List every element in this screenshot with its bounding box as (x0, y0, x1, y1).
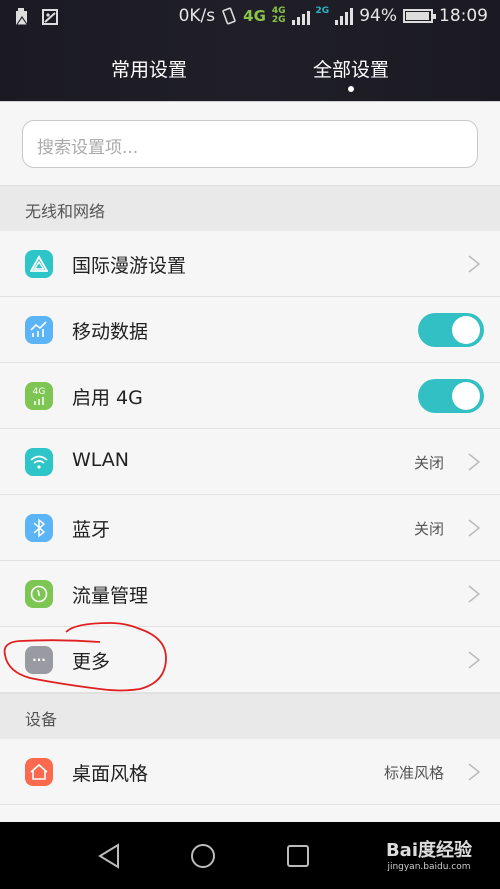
screenshot-icon (42, 9, 58, 25)
item-label: WLAN (72, 449, 130, 471)
item-label: 更多 (72, 651, 111, 673)
wifi-icon (25, 448, 53, 476)
network-dual: 4G 2G (271, 6, 286, 25)
settings-item-enable-4g[interactable]: 4G 启用 4G (0, 363, 500, 429)
toggle-knob (452, 382, 480, 410)
item-label: 启用 4G (72, 387, 143, 409)
more-icon: ··· (25, 646, 53, 674)
search-input[interactable]: 搜索设置项... (22, 120, 478, 168)
signal-icon-2 (335, 7, 354, 25)
item-value: 关闭 (413, 520, 444, 538)
signal-icon-1 (291, 7, 310, 25)
mobile-data-toggle[interactable] (418, 313, 484, 347)
navigation-bar: Bai度经验 jingyan.baidu.com (0, 822, 500, 889)
toggle-knob (452, 316, 480, 344)
bluetooth-icon (25, 514, 53, 542)
chevron-right-icon (468, 585, 480, 603)
chevron-right-icon (468, 255, 480, 273)
roaming-icon (25, 250, 53, 278)
watermark-brand: Bai度经验 (385, 840, 472, 861)
battery-icon (403, 9, 436, 23)
recents-icon[interactable] (284, 842, 312, 870)
section-header-device: 设备 (0, 693, 500, 739)
item-value: 关闭 (413, 454, 444, 472)
home-icon (25, 758, 53, 786)
section-header-wireless: 无线和网络 (0, 185, 500, 231)
4g-icon: 4G (25, 382, 53, 410)
active-tab-indicator (348, 86, 354, 92)
clock: 18:09 (439, 6, 488, 26)
status-bar: 0K/s 4G 4G 2G 2G 94% 18:09 (0, 0, 500, 36)
item-label: 桌面风格 (72, 763, 149, 785)
tab-all-settings[interactable]: 全部设置 (313, 55, 389, 82)
watermark-url: jingyan.baidu.com (387, 862, 471, 872)
header: 0K/s 4G 4G 2G 2G 94% 18:09 常用设置 全部设置 (0, 0, 500, 101)
item-label: 流量管理 (72, 585, 149, 607)
mobile-data-icon (25, 316, 53, 344)
settings-item-data-usage[interactable]: 流量管理 (0, 561, 500, 627)
network-2g: 2G (315, 6, 330, 16)
item-label: 蓝牙 (72, 519, 111, 541)
vibrate-icon (222, 7, 236, 25)
settings-item-desktop-style[interactable]: 桌面风格 标准风格 (0, 739, 500, 805)
settings-item-roaming[interactable]: 国际漫游设置 (0, 231, 500, 297)
settings-item-wlan[interactable]: WLAN 关闭 (0, 429, 500, 495)
tab-common-settings[interactable]: 常用设置 (111, 55, 187, 82)
item-value: 标准风格 (383, 764, 444, 782)
tab-bar: 常用设置 全部设置 (0, 50, 500, 92)
back-icon[interactable] (96, 842, 124, 870)
baidu-watermark: Bai度经验 jingyan.baidu.com (386, 836, 472, 872)
chevron-right-icon (468, 453, 480, 471)
home-nav-icon[interactable] (189, 842, 217, 870)
item-label: 移动数据 (72, 321, 149, 343)
enable-4g-toggle[interactable] (418, 379, 484, 413)
battery-percent: 94% (359, 6, 397, 26)
settings-item-bluetooth[interactable]: 蓝牙 关闭 (0, 495, 500, 561)
search-area: 搜索设置项... (0, 101, 500, 185)
net-speed: 0K/s (178, 6, 216, 26)
chevron-right-icon (468, 763, 480, 781)
network-4g: 4G (243, 7, 266, 25)
settings-item-mobile-data[interactable]: 移动数据 (0, 297, 500, 363)
chevron-right-icon (468, 651, 480, 669)
settings-item-more[interactable]: ··· 更多 (0, 627, 500, 693)
data-usage-icon (25, 580, 53, 608)
chevron-right-icon (468, 519, 480, 537)
sim-warning-icon (16, 8, 28, 25)
item-label: 国际漫游设置 (72, 255, 187, 277)
